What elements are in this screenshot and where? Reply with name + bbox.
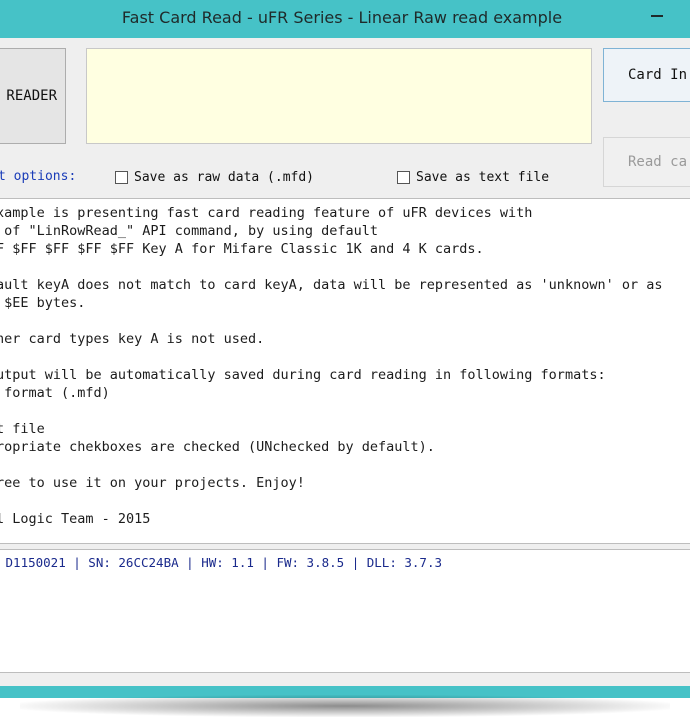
info-line: F $FF $FF $FF $FF Key A for Mifare Class… [0, 241, 484, 257]
checkbox-icon[interactable] [397, 170, 410, 184]
info-line: t file [0, 421, 45, 437]
info-line: of "LinRowRead_" API command, by using d… [0, 223, 379, 239]
card-data-display [86, 48, 592, 144]
info-line: $EE bytes. [0, 295, 86, 311]
info-line: l Logic Team - 2015 [0, 511, 151, 527]
info-line: xample is presenting fast card reading f… [0, 205, 533, 221]
info-line: format (.mfd) [0, 385, 110, 401]
window-title: Fast Card Read - uFR Series - Linear Raw… [121, 8, 563, 27]
main-panel: READER Card In Read ca t options: Save a… [0, 38, 690, 686]
info-line: ree to use it on your projects. Enjoy! [0, 475, 305, 491]
window-shadow [20, 695, 670, 717]
app-window: Fast Card Read - uFR Series - Linear Raw… [0, 0, 690, 698]
minimize-icon[interactable] [644, 6, 672, 28]
reader-button[interactable]: READER [0, 48, 66, 144]
status-panel[interactable]: D1150021 | SN: 26CC24BA | HW: 1.1 | FW: … [0, 549, 690, 673]
save-raw-checkbox[interactable]: Save as raw data (.mfd) [115, 168, 314, 186]
read-card-button[interactable]: Read ca [603, 137, 690, 187]
card-info-button[interactable]: Card In [603, 48, 690, 102]
save-text-label: Save as text file [416, 169, 550, 185]
title-bar[interactable]: Fast Card Read - uFR Series - Linear Raw… [0, 0, 690, 38]
info-line: utput will be automatically saved during… [0, 367, 606, 383]
reader-status-text: D1150021 | SN: 26CC24BA | HW: 1.1 | FW: … [0, 555, 443, 570]
output-options-label: t options: [0, 169, 77, 184]
save-text-checkbox[interactable]: Save as text file [397, 168, 549, 186]
save-raw-label: Save as raw data (.mfd) [134, 169, 315, 185]
checkbox-icon[interactable] [115, 170, 128, 184]
info-line: ault keyA does not match to card keyA, d… [0, 277, 663, 293]
info-line: her card types key A is not used. [0, 331, 265, 347]
info-text-area[interactable]: xample is presenting fast card reading f… [0, 198, 690, 544]
info-line: ropriate chekboxes are checked (UNchecke… [0, 439, 435, 455]
